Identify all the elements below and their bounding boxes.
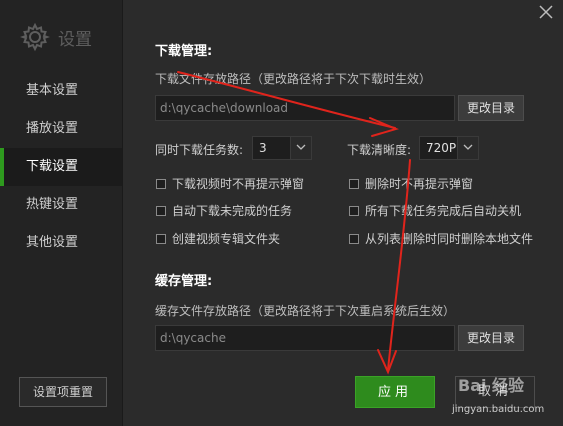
download-quality-select[interactable]: 720P bbox=[419, 136, 479, 160]
option-label: 所有下载任务完成后自动关机 bbox=[365, 204, 522, 218]
sidebar-item-playback[interactable]: 播放设置 bbox=[0, 110, 122, 148]
gear-icon bbox=[20, 22, 50, 52]
reset-settings-button[interactable]: 设置项重置 bbox=[19, 377, 107, 407]
download-path-input[interactable]: d:\qycache\download bbox=[155, 95, 455, 121]
concurrent-tasks-select[interactable]: 3 bbox=[252, 136, 312, 160]
sidebar-item-basic[interactable]: 基本设置 bbox=[0, 72, 122, 110]
annotation-arrowhead-apply bbox=[377, 349, 397, 375]
checkbox[interactable] bbox=[156, 205, 166, 216]
checkbox[interactable] bbox=[349, 233, 359, 244]
cache-path-input[interactable]: d:\qycache bbox=[155, 325, 455, 351]
option-label: 删除时不再提示弹窗 bbox=[365, 177, 474, 191]
cache-path-hint: 缓存文件存放路径（更改路径将于下次重启系统后生效） bbox=[155, 304, 456, 318]
chevron-down-icon bbox=[463, 144, 473, 150]
sidebar-item-hotkey[interactable]: 热键设置 bbox=[0, 186, 122, 224]
option-create-album-folder[interactable]: 创建视频专辑文件夹 bbox=[156, 230, 280, 247]
cancel-button[interactable]: 取消 bbox=[455, 376, 535, 408]
checkbox[interactable] bbox=[156, 233, 166, 244]
download-quality-label: 下载清晰度: bbox=[347, 143, 412, 157]
option-delete-local-files[interactable]: 从列表删除时同时删除本地文件 bbox=[349, 230, 533, 247]
sidebar-item-other[interactable]: 其他设置 bbox=[0, 224, 122, 262]
checkbox[interactable] bbox=[349, 178, 359, 189]
cache-section-title: 缓存管理: bbox=[155, 274, 213, 289]
option-no-popup-on-delete[interactable]: 删除时不再提示弹窗 bbox=[349, 175, 473, 192]
download-path-hint: 下载文件存放路径（更改路径将于下次下载时生效） bbox=[155, 72, 432, 86]
option-label: 自动下载未完成的任务 bbox=[172, 204, 293, 218]
chevron-down-icon bbox=[296, 144, 306, 150]
download-section-title: 下载管理: bbox=[155, 44, 213, 59]
sidebar-item-download[interactable]: 下载设置 bbox=[0, 148, 122, 186]
brand: 设置 bbox=[20, 22, 92, 52]
concurrent-tasks-value: 3 bbox=[259, 141, 267, 155]
apply-button[interactable]: 应用 bbox=[355, 376, 435, 408]
sidebar-nav: 基本设置 播放设置 下载设置 热键设置 其他设置 bbox=[0, 72, 122, 262]
concurrent-tasks-dropdown[interactable] bbox=[290, 137, 311, 159]
close-icon[interactable] bbox=[538, 4, 554, 20]
download-quality-dropdown[interactable] bbox=[457, 137, 478, 159]
cache-change-dir-button[interactable]: 更改目录 bbox=[458, 325, 524, 351]
concurrent-tasks-label: 同时下载任务数: bbox=[155, 143, 244, 157]
checkbox[interactable] bbox=[349, 205, 359, 216]
download-quality-value: 720P bbox=[426, 141, 457, 155]
option-shutdown-after-downloads[interactable]: 所有下载任务完成后自动关机 bbox=[349, 202, 521, 219]
option-no-popup-on-download[interactable]: 下载视频时不再提示弹窗 bbox=[156, 175, 304, 192]
option-label: 下载视频时不再提示弹窗 bbox=[172, 177, 305, 191]
brand-title: 设置 bbox=[58, 29, 92, 50]
option-auto-resume-unfinished[interactable]: 自动下载未完成的任务 bbox=[156, 202, 292, 219]
checkbox[interactable] bbox=[156, 178, 166, 189]
download-change-dir-button[interactable]: 更改目录 bbox=[458, 95, 524, 121]
sidebar: 设置 基本设置 播放设置 下载设置 热键设置 其他设置 设置项重置 bbox=[0, 0, 123, 426]
option-label: 从列表删除时同时删除本地文件 bbox=[365, 232, 534, 246]
option-label: 创建视频专辑文件夹 bbox=[172, 232, 281, 246]
